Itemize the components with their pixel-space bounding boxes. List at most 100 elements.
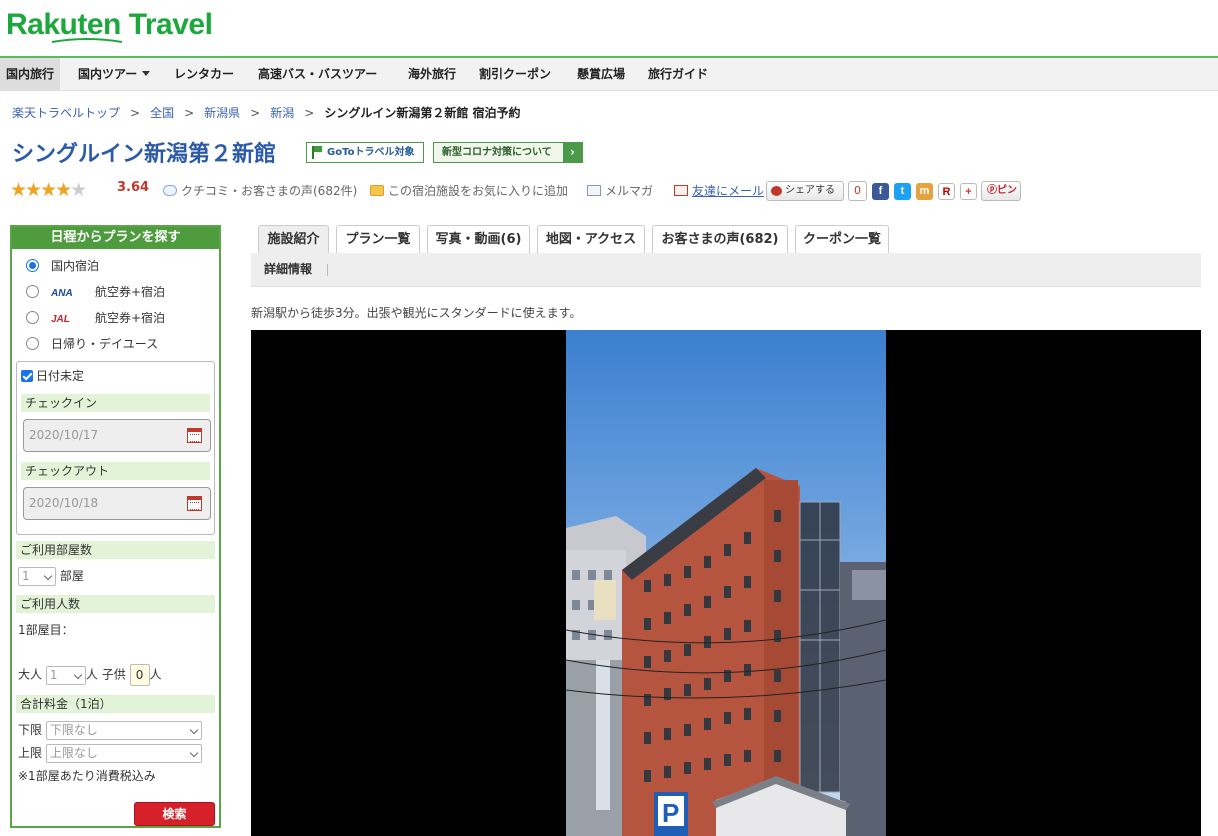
breadcrumb-separator: >	[130, 106, 141, 120]
breadcrumb-separator: >	[250, 106, 261, 120]
plus-icon[interactable]: +	[960, 183, 977, 200]
calendar-icon[interactable]	[187, 428, 202, 443]
goto-travel-badge[interactable]: GoToトラベル対象	[306, 142, 424, 163]
checkin-label: チェックイン	[21, 394, 210, 412]
price-min-select[interactable]: 下限なし	[45, 721, 202, 740]
goto-travel-badge-label: GoToトラベル対象	[327, 147, 415, 158]
mail-friend-link[interactable]: 友達にメール	[674, 182, 764, 199]
date-panel: 日付未定 チェックイン 2020/10/17 チェックアウト 2020/10/1…	[16, 361, 215, 535]
rakuten-r-icon[interactable]: R	[938, 183, 955, 200]
price-max-label: 上限	[18, 746, 43, 760]
corona-measures-label: 新型コロナ対策について	[442, 147, 552, 158]
child-input[interactable]: 0	[129, 664, 150, 686]
subnav-divider	[327, 264, 328, 276]
nav-overseas-travel[interactable]: 海外旅行	[402, 58, 462, 91]
envelope-icon	[587, 185, 601, 196]
radio-unselected[interactable]	[26, 337, 39, 350]
nav-discount-coupon[interactable]: 割引クーポン	[473, 58, 557, 91]
ana-logo: ANA	[51, 288, 73, 299]
nav-domestic-tour-label: 国内ツアー	[78, 67, 138, 81]
guests-label: ご利用人数	[16, 595, 215, 613]
option-ana-flight-stay[interactable]: ANA 航空券+宿泊	[26, 282, 165, 302]
mail-friend-label: 友達にメール	[692, 184, 765, 198]
calendar-icon[interactable]	[187, 496, 202, 511]
price-max-select[interactable]: 上限なし	[45, 744, 202, 763]
facility-intro-text: 新潟駅から徒歩3分。出張や観光にスタンダードに使えます。	[251, 306, 582, 320]
breadcrumb-national[interactable]: 全国	[150, 106, 174, 120]
speech-bubble-icon	[163, 185, 177, 196]
mixi-icon[interactable]: m	[916, 183, 933, 200]
nav-domestic-tour[interactable]: 国内ツアー	[72, 58, 156, 91]
hotel-building-illustration: P	[566, 468, 886, 836]
checkin-date-value: 2020/10/17	[29, 428, 99, 442]
nav-rental-car[interactable]: レンタカー	[168, 58, 240, 91]
adult-label: 大人	[18, 667, 43, 682]
checkout-date-input[interactable]: 2020/10/18	[23, 487, 211, 520]
child-label: 子供	[101, 667, 126, 682]
nav-prize-plaza[interactable]: 懸賞広場	[571, 58, 631, 91]
pinterest-icon: ⓟ	[987, 185, 997, 196]
price-min-value: 下限なし	[49, 723, 98, 737]
option-ana-label: 航空券+宿泊	[95, 285, 166, 299]
rakuten-travel-logo[interactable]: Rakuten Travel	[6, 8, 213, 42]
nav-domestic-travel[interactable]: 国内旅行	[0, 58, 61, 91]
price-min-row: 下限 下限なし	[18, 721, 202, 740]
chevron-down-icon	[43, 571, 53, 581]
checkin-date-input[interactable]: 2020/10/17	[23, 419, 211, 452]
option-domestic-stay[interactable]: 国内宿泊	[26, 256, 99, 276]
nav-highway-bus[interactable]: 高速バス・バスツアー	[252, 58, 383, 91]
radio-unselected[interactable]	[26, 285, 39, 298]
pinterest-pin-button[interactable]: ⓟピン	[981, 181, 1021, 201]
chevron-right-icon: ›	[563, 143, 582, 162]
breadcrumb-top[interactable]: 楽天トラベルトップ	[12, 106, 120, 120]
checkbox-checked-icon[interactable]	[21, 370, 33, 382]
child-unit: 人	[149, 667, 162, 682]
favorite-icon	[370, 185, 384, 196]
rooms-select[interactable]: 1	[18, 567, 56, 586]
share-button[interactable]: シェアする	[766, 181, 844, 201]
tab-plan-list[interactable]: プラン一覧	[336, 225, 420, 254]
add-favorite-link[interactable]: この宿泊施設をお気に入りに追加	[370, 182, 568, 199]
twitter-icon[interactable]: t	[894, 183, 911, 200]
subnav-detail-info[interactable]: 詳細情報	[264, 253, 312, 286]
mail-magazine-link[interactable]: メルマガ	[587, 182, 653, 199]
breadcrumb-city[interactable]: 新潟	[270, 106, 294, 120]
price-max-row: 上限 上限なし	[18, 744, 202, 763]
logo-swoosh-icon	[51, 38, 123, 43]
search-button[interactable]: 検索	[134, 802, 215, 826]
radio-unselected[interactable]	[26, 311, 39, 324]
chevron-down-icon	[189, 748, 199, 758]
option-day-use[interactable]: 日帰り・デイユース	[26, 334, 158, 354]
hotel-building-photo: P	[566, 330, 886, 836]
facebook-icon[interactable]: f	[872, 183, 889, 200]
rating-score: 3.64	[117, 180, 150, 195]
corona-measures-button[interactable]: 新型コロナ対策について ›	[433, 142, 583, 163]
adult-unit: 人	[85, 667, 98, 682]
tab-customer-reviews[interactable]: お客さまの声(682)	[652, 225, 788, 254]
rooms-label: ご利用部屋数	[16, 541, 215, 559]
price-min-label: 下限	[18, 723, 43, 737]
option-jal-flight-stay[interactable]: JAL 航空券+宿泊	[26, 308, 165, 328]
reviews-link-label: クチコミ・お客さまの声(682件)	[181, 184, 358, 198]
tab-photos-videos[interactable]: 写真・動画(6)	[427, 225, 530, 254]
nav-travel-guide[interactable]: 旅行ガイド	[642, 58, 714, 91]
adult-select[interactable]: 1	[45, 665, 86, 685]
date-undecided-checkbox[interactable]: 日付未定	[21, 367, 84, 386]
share-icon	[771, 186, 782, 196]
option-jal-label: 航空券+宿泊	[95, 311, 166, 325]
breadcrumb-prefecture[interactable]: 新潟県	[204, 106, 240, 120]
tax-note: ※1部屋あたり消費税込み	[18, 769, 156, 783]
tab-map-access[interactable]: 地図・アクセス	[537, 225, 645, 254]
reviews-link[interactable]: クチコミ・お客さまの声(682件)	[163, 182, 357, 199]
main-photo-frame: P	[251, 330, 1201, 836]
global-nav: 国内旅行 国内ツアー レンタカー 高速バス・バスツアー 海外旅行 割引クーポン …	[0, 56, 1218, 91]
price-label: 合計料金（1泊）	[16, 695, 215, 713]
chevron-down-icon	[73, 670, 83, 679]
option-domestic-stay-label: 国内宿泊	[51, 259, 100, 273]
sub-nav: 詳細情報	[251, 253, 1201, 287]
pin-button-label: ピン	[997, 185, 1017, 196]
radio-selected[interactable]	[26, 259, 39, 272]
tab-coupon-list[interactable]: クーポン一覧	[795, 225, 889, 254]
breadcrumb-separator: >	[304, 106, 315, 120]
tab-facility-intro[interactable]: 施設紹介	[258, 225, 329, 254]
